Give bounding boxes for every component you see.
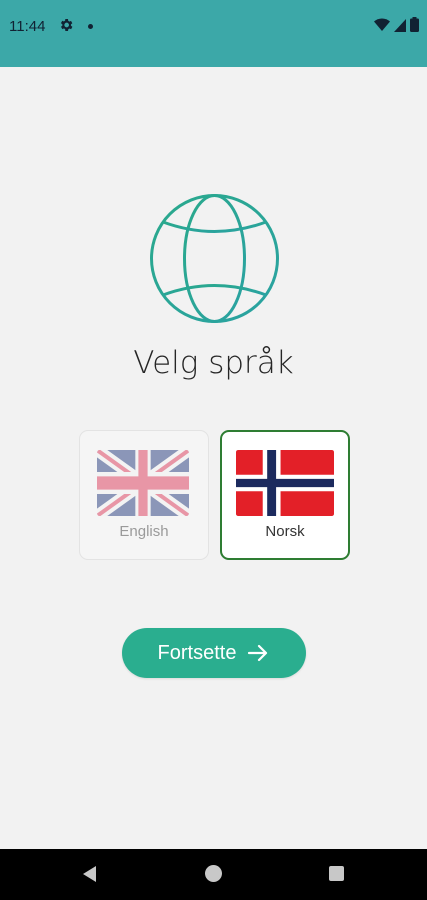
continue-label: Fortsette [157, 641, 237, 664]
uk-flag-icon [97, 450, 189, 516]
language-label-english: English [119, 523, 169, 540]
status-bar: 11:44 [0, 0, 427, 67]
norway-flag-icon [236, 450, 334, 516]
status-time: 11:44 [9, 18, 46, 35]
language-label-norsk: Norsk [265, 523, 305, 540]
battery-icon [410, 17, 419, 32]
globe-icon [150, 194, 279, 323]
navigation-bar [0, 849, 427, 900]
back-icon[interactable] [81, 865, 99, 883]
status-icons [374, 17, 419, 32]
language-option-english[interactable]: English [79, 430, 209, 560]
recents-icon[interactable] [329, 866, 344, 881]
notification-dot [88, 24, 93, 29]
arrow-right-icon [248, 644, 268, 662]
settings-icon [60, 19, 73, 31]
signal-icon [394, 18, 406, 32]
wifi-icon [374, 18, 390, 31]
page-title: Velg språk [133, 345, 294, 381]
home-icon[interactable] [205, 865, 222, 882]
language-option-norsk[interactable]: Norsk [220, 430, 350, 560]
continue-button[interactable]: Fortsette [122, 628, 306, 678]
